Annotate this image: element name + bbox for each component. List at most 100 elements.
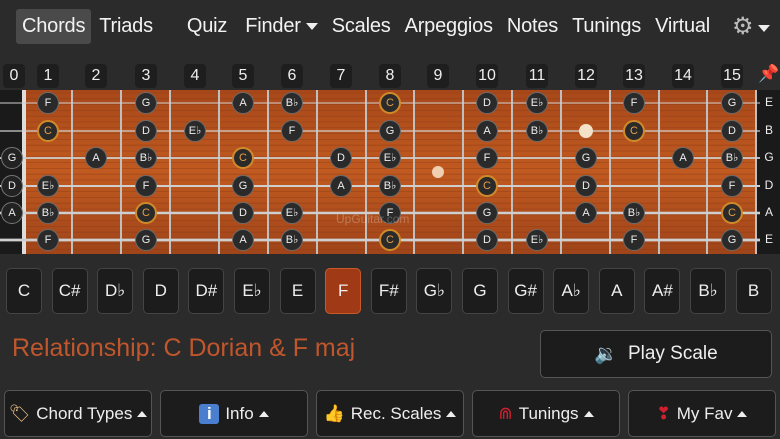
nav-arpeggios[interactable]: Arpeggios [399,9,499,44]
tunings-button[interactable]: ⋒ Tunings [472,390,620,437]
fret-note[interactable]: F [721,175,743,197]
fret-note[interactable]: F [623,92,645,114]
fret-note[interactable]: A [232,92,254,114]
nav-triads[interactable]: Triads [93,9,159,44]
fret-note[interactable]: C [37,120,59,142]
open-string-note[interactable]: G [1,147,23,169]
fret-note[interactable]: A [476,120,498,142]
fret-number[interactable]: 6 [281,64,303,88]
fret-number[interactable]: 12 [575,64,597,88]
fret-note[interactable]: D [476,92,498,114]
key-button[interactable]: C [6,268,42,314]
fret-note[interactable]: F [37,229,59,251]
fret-number[interactable]: 3 [135,64,157,88]
fret-note[interactable]: B♭ [623,202,645,224]
fret-number[interactable]: 11 [526,64,548,88]
fret-note[interactable]: B♭ [135,147,157,169]
fret-number[interactable]: 10 [476,64,498,88]
key-button[interactable]: F# [370,268,407,314]
fret-note[interactable]: A [232,229,254,251]
fret-note[interactable]: F [281,120,303,142]
fret-note[interactable]: A [330,175,352,197]
fret-note[interactable]: B♭ [281,229,303,251]
nav-tunings[interactable]: Tunings [566,9,647,44]
info-button[interactable]: i Info [160,390,308,437]
fret-note[interactable]: B♭ [379,175,401,197]
fret-number[interactable]: 5 [232,64,254,88]
nav-quiz[interactable]: Quiz [181,9,233,44]
chord-types-button[interactable]: 🏷 Chord Types [4,390,152,437]
open-string-note[interactable]: A [1,202,23,224]
fret-note[interactable]: E♭ [37,175,59,197]
key-button[interactable]: G [462,268,498,314]
fret-note[interactable]: G [476,202,498,224]
fret-note[interactable]: E♭ [526,92,548,114]
nav-virtual[interactable]: Virtual [649,9,716,44]
nav-notes[interactable]: Notes [501,9,564,44]
nav-finder[interactable]: Finder [239,9,324,44]
fret-note[interactable]: E♭ [281,202,303,224]
fret-note[interactable]: B♭ [526,120,548,142]
key-button[interactable]: D [142,268,179,314]
key-button[interactable]: D# [188,268,225,314]
fret-note[interactable]: C [135,202,157,224]
fret-note[interactable]: D [330,147,352,169]
fret-note[interactable]: G [232,175,254,197]
fret-note[interactable]: C [623,120,645,142]
key-button[interactable]: B♭ [690,268,726,314]
fret-note[interactable]: F [476,147,498,169]
fret-note[interactable]: G [721,92,743,114]
key-button[interactable]: A♭ [553,268,590,314]
fret-note[interactable]: D [135,120,157,142]
fret-note[interactable]: C [721,202,743,224]
play-scale-button[interactable]: 🔉 Play Scale [540,330,772,378]
fret-number[interactable]: 7 [330,64,352,88]
fret-note[interactable]: C [476,175,498,197]
fret-note[interactable]: C [232,147,254,169]
fret-note[interactable]: B♭ [721,147,743,169]
key-button[interactable]: B [735,268,772,314]
settings-menu[interactable]: ⚙ [726,6,776,47]
pin-icon[interactable]: 📌 [758,64,780,88]
fret-note[interactable]: G [721,229,743,251]
key-button[interactable]: A [598,268,635,314]
fret-note[interactable]: C [379,92,401,114]
fret-note[interactable]: C [379,229,401,251]
fret-number[interactable]: 4 [184,64,206,88]
key-button[interactable]: E [279,268,316,314]
key-button[interactable]: F [325,268,362,314]
fret-note[interactable]: G [575,147,597,169]
fret-note[interactable]: A [85,147,107,169]
fret-number[interactable]: 13 [623,64,645,88]
nav-scales[interactable]: Scales [326,9,397,44]
fret-note[interactable]: G [135,229,157,251]
my-fav-button[interactable]: ❣ My Fav [628,390,776,437]
fret-number[interactable]: 8 [379,64,401,88]
fret-note[interactable]: F [623,229,645,251]
nav-chords[interactable]: Chords [16,8,92,44]
fret-note[interactable]: D [575,175,597,197]
fret-note[interactable]: E♭ [379,147,401,169]
key-button[interactable]: D♭ [97,268,134,314]
fret-note[interactable]: G [379,120,401,142]
fret-number[interactable]: 1 [37,64,59,88]
fret-note[interactable]: A [575,202,597,224]
fret-number[interactable]: 2 [85,64,107,88]
fret-note[interactable]: E♭ [184,120,206,142]
key-button[interactable]: A# [644,268,681,314]
fret-note[interactable]: A [672,147,694,169]
key-button[interactable]: G♭ [416,268,453,314]
fret-note[interactable]: D [476,229,498,251]
rec-scales-button[interactable]: 👍 Rec. Scales [316,390,464,437]
fret-note[interactable]: B♭ [281,92,303,114]
fret-number[interactable]: 15 [721,64,743,88]
key-button[interactable]: C# [51,268,88,314]
fret-note[interactable]: D [232,202,254,224]
fret-note[interactable]: D [721,120,743,142]
fret-note[interactable]: G [135,92,157,114]
fret-number[interactable]: 14 [672,64,694,88]
fret-number[interactable]: 9 [427,64,449,88]
fret-note[interactable]: E♭ [526,229,548,251]
fret-note[interactable]: B♭ [37,202,59,224]
fret-note[interactable]: F [37,92,59,114]
